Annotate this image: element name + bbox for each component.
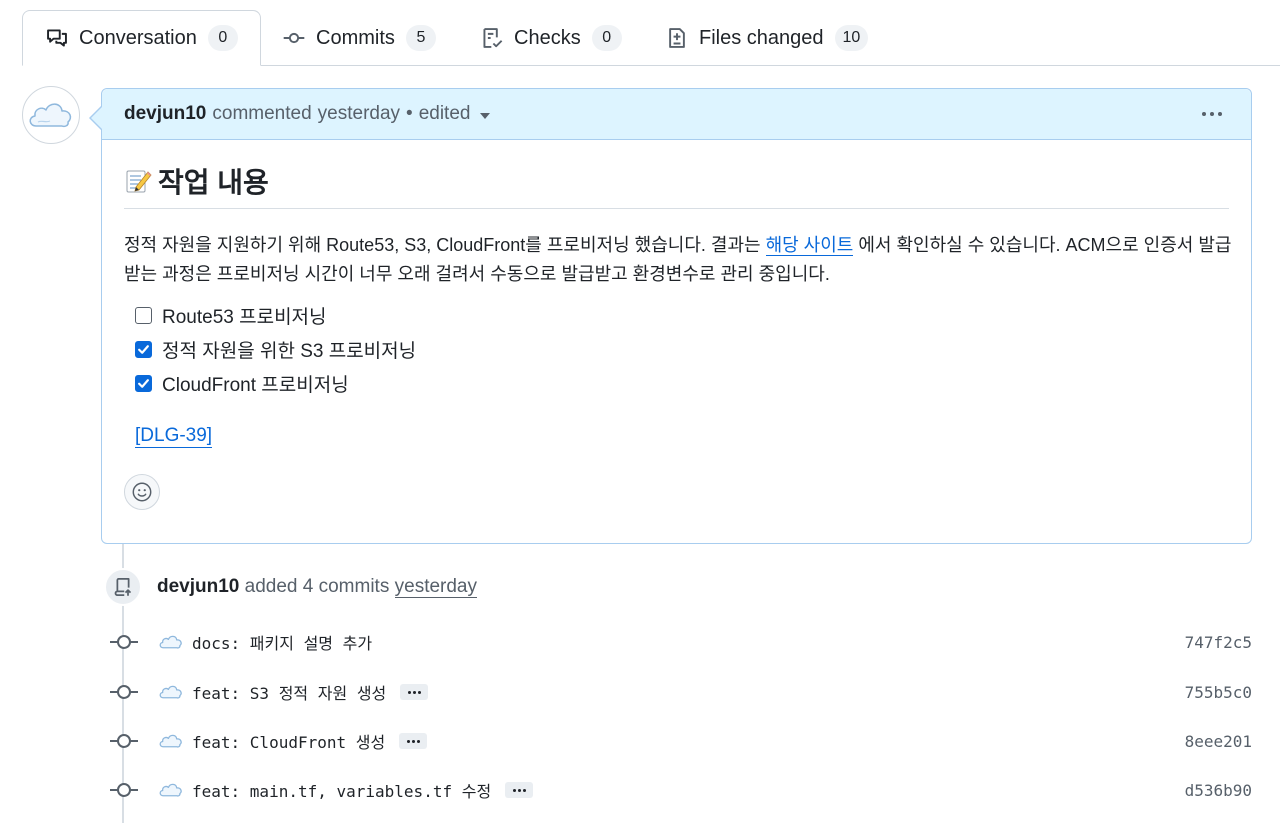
event-author[interactable]: devjun10 — [157, 576, 239, 597]
comment-author[interactable]: devjun10 — [124, 103, 206, 125]
comment-heading: 작업 내용 — [158, 167, 269, 198]
commit-message[interactable]: feat: main.tf, variables.tf 수정 — [192, 778, 491, 802]
tab-conversation[interactable]: Conversation 0 — [22, 10, 261, 66]
commit-sha[interactable]: 755b5c0 — [1185, 683, 1252, 702]
task-label: 정적 자원을 위한 S3 프로비저닝 — [162, 341, 417, 362]
comment-discussion-icon — [46, 27, 68, 49]
comment-card: devjun10 commented yesterday • edited 작업… — [101, 88, 1252, 544]
avatar[interactable] — [22, 86, 80, 144]
more-options-button[interactable] — [1197, 103, 1227, 125]
tab-counter: 5 — [405, 25, 436, 51]
task-checkbox[interactable] — [135, 307, 152, 324]
smiley-icon — [132, 482, 152, 502]
pr-tab-bar: Conversation 0 Commits 5 Checks 0 Files … — [0, 0, 1280, 66]
commit-sha[interactable]: 8eee201 — [1185, 732, 1252, 751]
commit-sha[interactable]: d536b90 — [1185, 781, 1252, 800]
commit-row: docs: 패키지 설명 추가 747f2c5 — [110, 627, 1252, 657]
cloud-icon[interactable] — [158, 633, 184, 651]
add-reaction-button[interactable] — [124, 474, 160, 510]
paragraph-text-start: 정적 자원을 지원하기 위해 Route53, S3, CloudFront를 … — [124, 235, 766, 255]
event-time[interactable]: yesterday — [394, 576, 477, 598]
comment-header: devjun10 commented yesterday • edited — [102, 89, 1251, 140]
task-checkbox[interactable] — [135, 341, 152, 358]
checklist-icon — [481, 27, 503, 49]
git-commit-icon — [110, 734, 138, 748]
ticket-link[interactable]: [DLG-39] — [135, 425, 213, 448]
commit-row: feat: main.tf, variables.tf 수정 d536b90 — [110, 775, 1252, 805]
checkmark-icon — [138, 379, 149, 388]
tab-counter: 0 — [591, 25, 622, 51]
comment-pointer-fill — [91, 107, 102, 129]
tab-commits[interactable]: Commits 5 — [283, 10, 436, 66]
tab-label: Conversation — [79, 26, 197, 49]
site-link[interactable]: 해당 사이트 — [765, 235, 854, 256]
repo-push-badge — [104, 568, 142, 606]
git-commit-icon — [110, 685, 138, 699]
comment-action: commented — [212, 103, 312, 124]
task-item: 정적 자원을 위한 S3 프로비저닝 — [135, 336, 416, 363]
checkmark-icon — [138, 345, 149, 354]
repo-push-icon — [114, 578, 132, 596]
tab-label: Commits — [316, 26, 395, 49]
commit-row: feat: S3 정적 자원 생성 755b5c0 — [110, 677, 1252, 707]
cloud-icon[interactable] — [158, 732, 184, 750]
comment-time[interactable]: yesterday — [318, 103, 400, 125]
tab-files-changed[interactable]: Files changed 10 — [666, 10, 869, 66]
cloud-icon[interactable] — [158, 781, 184, 799]
expand-commit-button[interactable] — [505, 782, 534, 798]
git-commit-icon — [110, 783, 138, 797]
file-diff-icon — [666, 27, 688, 49]
cloud-icon[interactable] — [158, 683, 184, 701]
heading-row: 작업 내용 — [124, 161, 269, 201]
task-label: Route53 프로비저닝 — [162, 307, 327, 328]
memo-icon — [126, 170, 152, 193]
commit-sha[interactable]: 747f2c5 — [1185, 633, 1252, 652]
commit-row: feat: CloudFront 생성 8eee201 — [110, 726, 1252, 756]
expand-commit-button[interactable] — [400, 684, 429, 700]
tab-counter: 10 — [834, 25, 869, 51]
commits-event: devjun10 added 4 commits yesterday — [157, 576, 477, 598]
task-label: CloudFront 프로비저닝 — [162, 375, 349, 396]
task-checkbox[interactable] — [135, 375, 152, 392]
tab-counter: 0 — [207, 25, 238, 51]
commit-message[interactable]: feat: CloudFront 생성 — [192, 729, 385, 753]
tab-label: Files changed — [699, 26, 824, 49]
cloud-icon — [29, 103, 72, 128]
commit-message[interactable]: docs: 패키지 설명 추가 — [192, 630, 372, 654]
commit-message[interactable]: feat: S3 정적 자원 생성 — [192, 680, 386, 704]
edited-label[interactable]: edited — [419, 103, 471, 125]
heading-divider — [124, 208, 1229, 209]
git-commit-icon — [283, 27, 305, 49]
kebab-dot — [1210, 112, 1214, 116]
expand-commit-button[interactable] — [399, 733, 428, 749]
git-commit-icon — [110, 635, 138, 649]
tab-label: Checks — [514, 26, 581, 49]
tab-checks[interactable]: Checks 0 — [481, 10, 622, 66]
kebab-dot — [1202, 112, 1206, 116]
kebab-dot — [1218, 112, 1222, 116]
comment-paragraph: 정적 자원을 지원하기 위해 Route53, S3, CloudFront를 … — [124, 231, 1234, 289]
task-item: CloudFront 프로비저닝 — [135, 370, 349, 397]
event-action: added 4 commits — [244, 576, 390, 597]
separator-dot: • — [406, 103, 413, 124]
task-item: Route53 프로비저닝 — [135, 302, 327, 329]
chevron-down-icon[interactable] — [480, 113, 491, 119]
